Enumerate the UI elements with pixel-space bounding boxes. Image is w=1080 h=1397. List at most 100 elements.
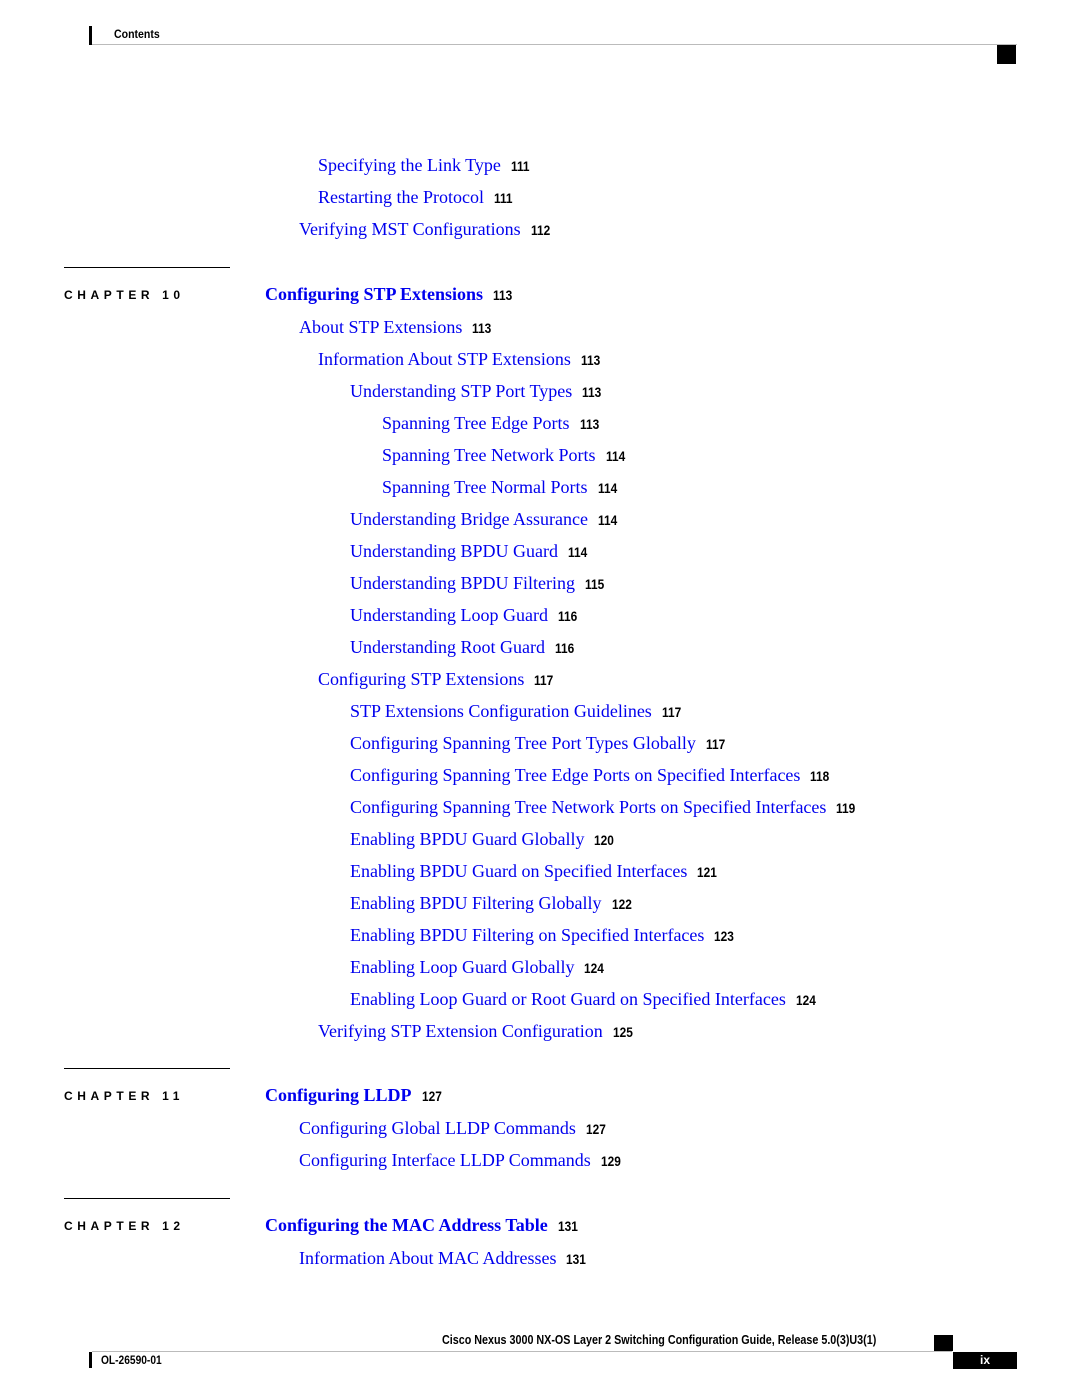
toc-entry-link[interactable]: Understanding Root Guard <box>350 637 545 657</box>
toc-page-number: 118 <box>810 768 830 784</box>
toc-entry-link[interactable]: Configuring STP Extensions <box>318 669 524 689</box>
toc-entry[interactable]: Enabling BPDU Filtering on Specified Int… <box>350 925 738 946</box>
toc-entry-link[interactable]: Understanding STP Port Types <box>350 381 572 401</box>
toc-page-number: 114 <box>567 544 588 560</box>
toc-entry-link[interactable]: Understanding BPDU Guard <box>350 541 558 561</box>
toc-entry-link[interactable]: Configuring Spanning Tree Edge Ports on … <box>350 765 800 785</box>
chapter-label: CHAPTER 12 <box>64 1219 185 1233</box>
toc-page-number: 115 <box>585 576 605 592</box>
chapter-title-entry[interactable]: Configuring LLDP 127 <box>265 1085 445 1106</box>
toc-entry[interactable]: Configuring Spanning Tree Port Types Glo… <box>350 733 729 754</box>
header-bar <box>89 26 92 45</box>
chapter-title-entry[interactable]: Configuring STP Extensions 113 <box>265 284 516 305</box>
toc-entry[interactable]: Understanding BPDU Guard 114 <box>350 541 591 562</box>
toc-entry-link[interactable]: Configuring Interface LLDP Commands <box>299 1150 591 1170</box>
chapter-title-entry[interactable]: Configuring the MAC Address Table 131 <box>265 1215 581 1236</box>
toc-entry-link[interactable]: Specifying the Link Type <box>318 155 501 175</box>
toc-entry[interactable]: Spanning Tree Edge Ports 113 <box>382 413 602 434</box>
toc-entry-link[interactable]: STP Extensions Configuration Guidelines <box>350 701 652 721</box>
toc-entry-link[interactable]: Verifying MST Configurations <box>299 219 521 239</box>
toc-entry-link[interactable]: Spanning Tree Normal Ports <box>382 477 588 497</box>
toc-entry-link[interactable]: Enabling Loop Guard or Root Guard on Spe… <box>350 989 786 1009</box>
toc-page-number: 114 <box>605 448 625 464</box>
toc-page-number: 123 <box>714 928 735 944</box>
toc-page-number: 124 <box>584 960 605 976</box>
toc-entry-link[interactable]: Enabling BPDU Guard Globally <box>350 829 584 849</box>
footer-block <box>934 1335 953 1351</box>
toc-entry-link[interactable]: Understanding Loop Guard <box>350 605 548 625</box>
footer-bar <box>89 1352 92 1368</box>
toc-entry[interactable]: About STP Extensions 113 <box>299 317 495 338</box>
toc-entry[interactable]: Spanning Tree Network Ports 114 <box>382 445 628 466</box>
toc-entry-link[interactable]: Enabling BPDU Filtering Globally <box>350 893 602 913</box>
toc-entry-link[interactable]: Information About MAC Addresses <box>299 1248 556 1268</box>
toc-page-number: 122 <box>611 896 632 912</box>
chapter-title-link[interactable]: Configuring the MAC Address Table <box>265 1215 548 1235</box>
toc-entry[interactable]: Restarting the Protocol 111 <box>318 187 516 208</box>
toc-entry[interactable]: Specifying the Link Type 111 <box>318 155 533 176</box>
toc-page-number: 113 <box>493 287 513 303</box>
toc-page-number: 120 <box>594 832 615 848</box>
chapter-label: CHAPTER 11 <box>64 1089 185 1103</box>
toc-entry-link[interactable]: Verifying STP Extension Configuration <box>318 1021 603 1041</box>
toc-entry-link[interactable]: Enabling BPDU Filtering on Specified Int… <box>350 925 704 945</box>
toc-entry-link[interactable]: Information About STP Extensions <box>318 349 571 369</box>
toc-page-number: 113 <box>582 384 602 400</box>
header-title: Contents <box>114 27 160 41</box>
toc-page-number: 131 <box>566 1251 587 1267</box>
toc-entry[interactable]: Understanding Bridge Assurance 114 <box>350 509 621 530</box>
toc-entry[interactable]: Understanding BPDU Filtering 115 <box>350 573 608 594</box>
toc-entry-link[interactable]: Configuring Spanning Tree Network Ports … <box>350 797 826 817</box>
toc-entry[interactable]: Enabling BPDU Guard Globally 120 <box>350 829 618 850</box>
toc-page-number: 119 <box>836 800 856 816</box>
toc-entry-link[interactable]: Understanding BPDU Filtering <box>350 573 575 593</box>
toc-entry[interactable]: STP Extensions Configuration Guidelines 1… <box>350 701 684 722</box>
toc-entry[interactable]: Understanding Loop Guard 116 <box>350 605 581 626</box>
toc-entry[interactable]: Configuring Spanning Tree Network Ports … <box>350 797 859 818</box>
toc-page-number: 127 <box>585 1121 606 1137</box>
toc-entry-link[interactable]: Spanning Tree Network Ports <box>382 445 596 465</box>
header-corner-block <box>997 45 1016 64</box>
toc-entry[interactable]: Information About STP Extensions 113 <box>318 349 603 370</box>
toc-entry-link[interactable]: Understanding Bridge Assurance <box>350 509 588 529</box>
toc-page-number: 113 <box>472 320 492 336</box>
toc-entry[interactable]: Verifying MST Configurations 112 <box>299 219 553 240</box>
toc-entry[interactable]: Spanning Tree Normal Ports 114 <box>382 477 620 498</box>
toc-page-number: 113 <box>580 352 601 368</box>
toc-page-number: 112 <box>530 222 550 238</box>
toc-entry-link[interactable]: Enabling BPDU Guard on Specified Interfa… <box>350 861 687 881</box>
toc-entry[interactable]: Enabling BPDU Guard on Specified Interfa… <box>350 861 721 882</box>
toc-entry-link[interactable]: Configuring Global LLDP Commands <box>299 1118 576 1138</box>
toc-page-number: 121 <box>697 864 718 880</box>
toc-page-number: 117 <box>661 704 682 720</box>
toc-entry[interactable]: Enabling Loop Guard or Root Guard on Spe… <box>350 989 819 1010</box>
toc-entry[interactable]: Configuring Spanning Tree Edge Ports on … <box>350 765 833 786</box>
toc-entry[interactable]: Information About MAC Addresses 131 <box>299 1248 590 1269</box>
toc-page-number: 125 <box>612 1024 633 1040</box>
toc-entry[interactable]: Understanding STP Port Types 113 <box>350 381 605 402</box>
chapter-title-link[interactable]: Configuring STP Extensions <box>265 284 483 304</box>
toc-entry[interactable]: Enabling BPDU Filtering Globally 122 <box>350 893 635 914</box>
chapter-rule <box>64 1068 230 1069</box>
toc-page-number: 129 <box>600 1153 621 1169</box>
toc-entry-link[interactable]: Configuring Spanning Tree Port Types Glo… <box>350 733 696 753</box>
toc-entry-link[interactable]: About STP Extensions <box>299 317 462 337</box>
toc-entry[interactable]: Understanding Root Guard 116 <box>350 637 578 658</box>
footer-doc-number: OL-26590-01 <box>101 1353 162 1367</box>
toc-page-number: 116 <box>554 640 575 656</box>
footer-page-number: ix <box>953 1352 1017 1369</box>
toc-entry[interactable]: Verifying STP Extension Configuration 125 <box>318 1021 636 1042</box>
chapter-title-link[interactable]: Configuring LLDP <box>265 1085 412 1105</box>
toc-page-number: 117 <box>534 672 554 688</box>
toc-entry-link[interactable]: Restarting the Protocol <box>318 187 484 207</box>
toc-entry-link[interactable]: Enabling Loop Guard Globally <box>350 957 574 977</box>
toc-page-number: 111 <box>510 158 530 174</box>
toc-entry[interactable]: Configuring Global LLDP Commands 127 <box>299 1118 609 1139</box>
chapter-rule <box>64 1198 230 1199</box>
toc-page-number: 114 <box>597 480 617 496</box>
toc-entry[interactable]: Configuring Interface LLDP Commands 129 <box>299 1150 624 1171</box>
toc-entry[interactable]: Configuring STP Extensions 117 <box>318 669 557 690</box>
toc-page-number: 114 <box>597 512 618 528</box>
toc-entry[interactable]: Enabling Loop Guard Globally 124 <box>350 957 608 978</box>
toc-entry-link[interactable]: Spanning Tree Edge Ports <box>382 413 570 433</box>
